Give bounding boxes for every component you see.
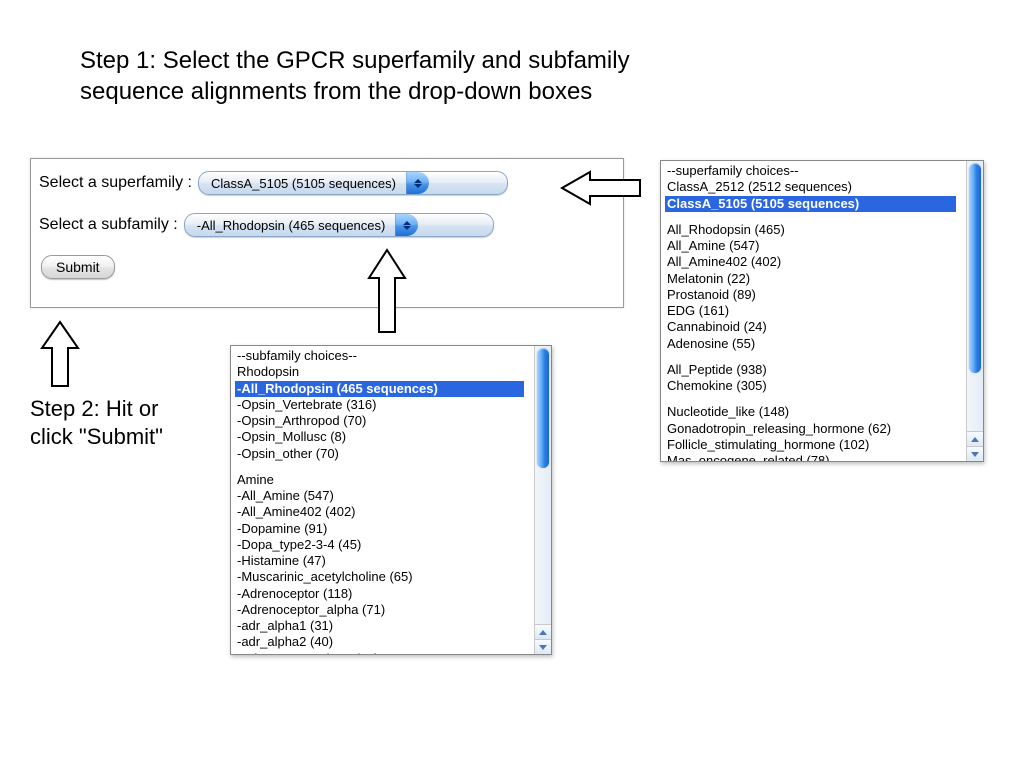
list-item[interactable]: ClassA_2512 (2512 sequences) bbox=[665, 179, 956, 195]
list-item[interactable]: All_Amine (547) bbox=[665, 238, 956, 254]
list-spacer bbox=[665, 394, 956, 404]
scrollbar[interactable] bbox=[534, 346, 551, 654]
updown-icon bbox=[395, 214, 418, 236]
list-spacer bbox=[235, 462, 524, 472]
superfamily-row: Select a superfamily : ClassA_5105 (5105… bbox=[39, 171, 623, 195]
scroll-up-icon[interactable] bbox=[535, 624, 551, 639]
scroll-thumb[interactable] bbox=[969, 163, 981, 373]
list-item[interactable]: Melatonin (22) bbox=[665, 271, 956, 287]
list-item[interactable]: -adr_alpha2 (40) bbox=[235, 634, 524, 650]
superfamily-options-panel: --superfamily choices--ClassA_2512 (2512… bbox=[660, 160, 984, 462]
list-item[interactable]: -Adrenoceptor (118) bbox=[235, 586, 524, 602]
superfamily-select-value: ClassA_5105 (5105 sequences) bbox=[211, 176, 406, 191]
list-item[interactable]: ClassA_5105 (5105 sequences) bbox=[665, 196, 956, 212]
list-item[interactable]: Mas_oncogene_related (78) bbox=[665, 453, 956, 461]
subfamily-select[interactable]: -All_Rhodopsin (465 sequences) bbox=[184, 213, 494, 237]
list-header: --superfamily choices-- bbox=[665, 163, 956, 179]
arrow-icon bbox=[38, 320, 82, 388]
list-item[interactable]: All_Rhodopsin (465) bbox=[665, 222, 956, 238]
list-item[interactable]: -Opsin_Arthropod (70) bbox=[235, 413, 524, 429]
list-item[interactable]: All_Amine402 (402) bbox=[665, 254, 956, 270]
list-item[interactable]: -All_Amine402 (402) bbox=[235, 504, 524, 520]
list-item[interactable]: -All_Rhodopsin (465 sequences) bbox=[235, 381, 524, 397]
scroll-down-icon[interactable] bbox=[967, 446, 983, 461]
list-item[interactable]: Gonadotropin_releasing_hormone (62) bbox=[665, 421, 956, 437]
list-item[interactable]: Rhodopsin bbox=[235, 364, 524, 380]
list-item[interactable]: -Opsin_Vertebrate (316) bbox=[235, 397, 524, 413]
list-item[interactable]: -adr_alpha1 (31) bbox=[235, 618, 524, 634]
list-item[interactable]: Follicle_stimulating_hormone (102) bbox=[665, 437, 956, 453]
list-item[interactable]: All_Peptide (938) bbox=[665, 362, 956, 378]
list-item[interactable]: Amine bbox=[235, 472, 524, 488]
list-item[interactable]: Prostanoid (89) bbox=[665, 287, 956, 303]
list-item[interactable]: -Dopamine (91) bbox=[235, 521, 524, 537]
list-item[interactable]: Adenosine (55) bbox=[665, 336, 956, 352]
step2-heading: Step 2: Hit or click "Submit" bbox=[30, 395, 200, 450]
scrollbar[interactable] bbox=[966, 161, 983, 461]
submit-button-label: Submit bbox=[56, 259, 100, 275]
subfamily-row: Select a subfamily : -All_Rhodopsin (465… bbox=[39, 213, 623, 237]
list-item[interactable]: Cannabinoid (24) bbox=[665, 319, 956, 335]
superfamily-select[interactable]: ClassA_5105 (5105 sequences) bbox=[198, 171, 508, 195]
scroll-thumb[interactable] bbox=[537, 348, 549, 468]
updown-icon bbox=[406, 172, 429, 194]
list-spacer bbox=[665, 352, 956, 362]
list-item[interactable]: EDG (161) bbox=[665, 303, 956, 319]
list-item[interactable]: -Adrenoceptor_alpha (71) bbox=[235, 602, 524, 618]
list-item[interactable]: -Opsin_other (70) bbox=[235, 446, 524, 462]
scroll-up-icon[interactable] bbox=[967, 431, 983, 446]
subfamily-options-panel: --subfamily choices--Rhodopsin-All_Rhodo… bbox=[230, 345, 552, 655]
superfamily-label: Select a superfamily : bbox=[39, 174, 192, 192]
list-item[interactable]: -Opsin_Mollusc (8) bbox=[235, 429, 524, 445]
list-item[interactable]: -All_Amine (547) bbox=[235, 488, 524, 504]
list-item[interactable]: -Dopa_type2-3-4 (45) bbox=[235, 537, 524, 553]
list-item[interactable]: Nucleotide_like (148) bbox=[665, 404, 956, 420]
step1-heading: Step 1: Select the GPCR superfamily and … bbox=[80, 45, 680, 107]
list-item[interactable]: -Muscarinic_acetylcholine (65) bbox=[235, 569, 524, 585]
list-spacer bbox=[665, 212, 956, 222]
submit-button[interactable]: Submit bbox=[41, 255, 115, 279]
scroll-down-icon[interactable] bbox=[535, 639, 551, 654]
list-item[interactable]: Chemokine (305) bbox=[665, 378, 956, 394]
selection-form: Select a superfamily : ClassA_5105 (5105… bbox=[30, 158, 624, 308]
list-item[interactable]: -Adrenoceptor_beta (47) bbox=[235, 651, 524, 655]
list-item[interactable]: -Histamine (47) bbox=[235, 553, 524, 569]
subfamily-label: Select a subfamily : bbox=[39, 216, 178, 234]
subfamily-select-value: -All_Rhodopsin (465 sequences) bbox=[197, 218, 396, 233]
list-header: --subfamily choices-- bbox=[235, 348, 524, 364]
